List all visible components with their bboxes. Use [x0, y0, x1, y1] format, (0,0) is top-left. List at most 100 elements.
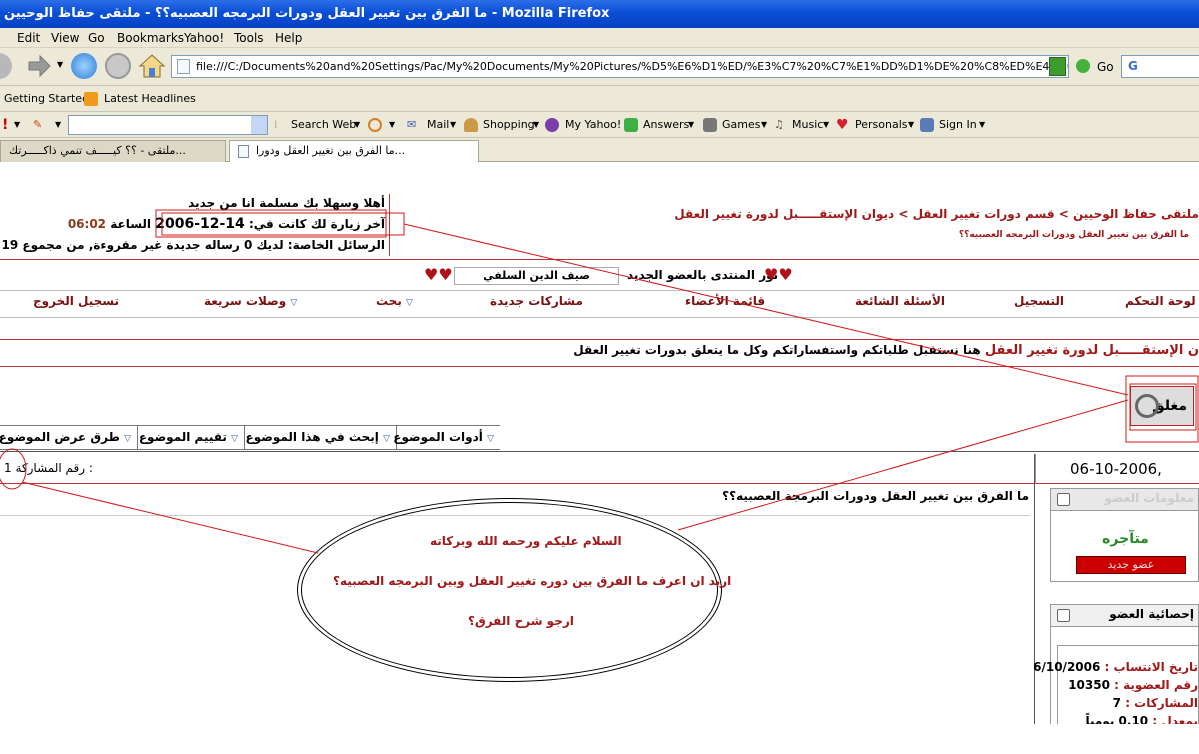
highlight-icon[interactable]: [368, 118, 382, 132]
music-icon: ♫: [774, 118, 784, 131]
go-arrow-icon[interactable]: [1076, 59, 1090, 73]
yahoo-mail[interactable]: Mail: [427, 112, 449, 138]
menu-bookmarks[interactable]: Bookmarks: [117, 28, 184, 48]
display-modes-menu[interactable]: ▽ طرق عرض الموضوع: [0, 426, 137, 449]
breadcrumb[interactable]: ملتقى حفاظ الوحيين > قسم دورات تغيير الع…: [674, 207, 1199, 221]
thread-toolbar: ▽ أدوات الموضوع ▽ إبحث في هذا الموضوع ▽ …: [0, 425, 500, 450]
stat-join-date: تاريخ الانتساب : 6/10/2006: [1033, 660, 1198, 674]
mail-icon: ✉: [407, 118, 417, 131]
tab-memory[interactable]: ملتقى - ؟؟ كيـــــف تنمي ذاكـــــرتك...: [0, 140, 226, 162]
menu-tools[interactable]: Tools: [234, 28, 264, 48]
stat-label: تاريخ الانتساب :: [1104, 660, 1198, 674]
nav-bottom-divider: [0, 317, 1199, 318]
navigation-toolbar: ▼ file:///C:/Documents%20and%20Settings/…: [0, 48, 1199, 86]
tab-label: ملتقى - ؟؟ كيـــــف تنمي ذاكـــــرتك...: [9, 144, 186, 157]
nav-members-list[interactable]: قائمة الأعضاء: [685, 294, 765, 308]
sign-in-dropdown-icon[interactable]: ▼: [979, 112, 985, 138]
new-member-name-box[interactable]: صيف الدين السلفي: [454, 267, 619, 285]
answers-dropdown-icon[interactable]: ▼: [688, 112, 694, 138]
rate-thread-menu[interactable]: ▽ تقييم الموضوع: [137, 426, 244, 449]
new-member-name: صيف الدين السلفي: [483, 269, 590, 282]
reload-icon[interactable]: [71, 53, 97, 79]
post-number-row: 1 رقم المشاركة :: [0, 454, 1035, 484]
tab-current[interactable]: ما الفرق بين تغيير العقل ودورا...: [229, 140, 479, 163]
yahoo-answers[interactable]: Answers: [643, 112, 689, 138]
games-dropdown-icon[interactable]: ▼: [761, 112, 767, 138]
thread-tools-menu[interactable]: ▽ أدوات الموضوع: [393, 426, 500, 449]
personals-dropdown-icon[interactable]: ▼: [908, 112, 914, 138]
nav-search[interactable]: ▽ بحث: [376, 294, 413, 308]
yahoo-shopping[interactable]: Shopping: [483, 112, 535, 138]
yahoo-my-yahoo[interactable]: My Yahoo!: [565, 112, 621, 138]
separator-icon: ⁞: [274, 118, 278, 131]
nav-faq[interactable]: الأسئلة الشائعة: [855, 294, 945, 308]
last-visit-time-label: الساعة: [110, 217, 152, 231]
go-button[interactable]: Go: [1097, 60, 1114, 74]
yahoo-music[interactable]: Music: [792, 112, 823, 138]
stat-value: 6/10/2006: [1033, 660, 1101, 674]
yahoo-personals[interactable]: Personals: [855, 112, 908, 138]
highlight-dropdown-icon[interactable]: ▼: [389, 112, 395, 138]
yahoo-logo-icon[interactable]: !: [2, 112, 8, 138]
personals-heart-icon: ♥: [836, 117, 849, 133]
closed-thread-button[interactable]: مغلق: [1130, 386, 1194, 426]
google-icon: G: [1128, 59, 1138, 73]
shopping-bag-icon: [464, 118, 478, 132]
collapse-icon[interactable]: [1057, 493, 1070, 506]
collapse-icon[interactable]: [1057, 609, 1070, 622]
back-icon[interactable]: [0, 53, 12, 79]
bookmark-getting-started[interactable]: Getting Started: [4, 86, 89, 112]
status-strip: [0, 724, 1199, 754]
stat-member-id: رقم العضوية : 10350: [1068, 678, 1198, 692]
yahoo-toolbar: ! ▼ ✎ ▼ ⁞ Search Web ▼ ▼ ✉ Mail ▼ Shoppi…: [0, 112, 1199, 138]
home-icon[interactable]: [139, 53, 165, 79]
music-dropdown-icon[interactable]: ▼: [823, 112, 829, 138]
stop-icon[interactable]: [105, 53, 131, 79]
yahoo-dropdown-icon[interactable]: ▼: [14, 112, 20, 138]
menu-yahoo[interactable]: Yahoo!: [184, 28, 224, 48]
dropdown-triangle-icon: ▽: [406, 298, 413, 308]
forward-icon[interactable]: [26, 53, 52, 79]
pencil-dropdown-icon[interactable]: ▼: [55, 112, 61, 138]
bookmark-latest-headlines[interactable]: Latest Headlines: [104, 86, 196, 112]
forum-banner: ن الإستقـــــبل لدورة تغيير العقل هنا نس…: [573, 343, 1199, 358]
page-icon: [177, 59, 190, 74]
yahoo-sign-in[interactable]: Sign In: [939, 112, 977, 138]
search-web-dropdown-icon[interactable]: ▼: [354, 112, 360, 138]
user-info-title: معلومات العضو: [1104, 491, 1194, 505]
nav-quick-links[interactable]: ▽ وصلات سريعة: [204, 294, 297, 308]
mail-dropdown-icon[interactable]: ▼: [450, 112, 456, 138]
stat-value: 7: [1112, 696, 1121, 710]
last-visit-date: 14-12-2006: [155, 216, 245, 232]
nav-logout[interactable]: تسجيل الخروج: [33, 294, 119, 308]
yahoo-games[interactable]: Games: [722, 112, 760, 138]
bookmarks-toolbar: Getting Started Latest Headlines: [0, 86, 1199, 112]
search-engine-box[interactable]: G: [1121, 55, 1199, 78]
search-thread-label: إبحث في هذا الموضوع: [245, 430, 379, 444]
url-dropdown-icon[interactable]: [1049, 57, 1066, 76]
forum-banner-title[interactable]: ن الإستقـــــبل لدورة تغيير العقل: [985, 343, 1199, 358]
banner-top-divider: [0, 339, 1199, 340]
menu-edit[interactable]: Edit: [17, 28, 40, 48]
window-titlebar: ما الفرق بين تغيير العقل ودورات البرمجه …: [0, 0, 1199, 28]
shopping-dropdown-icon[interactable]: ▼: [533, 112, 539, 138]
pencil-icon[interactable]: ✎: [33, 112, 42, 138]
address-bar[interactable]: file:///C:/Documents%20and%20Settings/Pa…: [171, 55, 1069, 78]
menu-view[interactable]: View: [51, 28, 79, 48]
yahoo-search-input[interactable]: [68, 115, 268, 135]
nav-new-posts[interactable]: مشاركات جديدة: [490, 294, 583, 308]
search-dropdown-icon[interactable]: [251, 116, 267, 134]
menu-go[interactable]: Go: [88, 28, 105, 48]
forward-dropdown-icon[interactable]: ▼: [57, 60, 63, 69]
private-messages[interactable]: الرسائل الخاصة: لديك 0 رساله جديدة غير م…: [0, 238, 385, 252]
lock-icon: [1135, 394, 1159, 418]
user-name[interactable]: متآجره: [1051, 531, 1199, 547]
nav-register[interactable]: التسجيل: [1014, 294, 1064, 308]
heart-icon: ♥♥: [424, 265, 453, 284]
search-thread-menu[interactable]: ▽ إبحث في هذا الموضوع: [244, 426, 396, 449]
menu-help[interactable]: Help: [275, 28, 302, 48]
post-number[interactable]: 1 رقم المشاركة :: [4, 461, 93, 475]
annotation-ellipse-inner: [301, 502, 718, 678]
nav-control-panel[interactable]: لوحة التحكم: [1125, 294, 1196, 308]
yahoo-search-web[interactable]: Search Web: [291, 112, 356, 138]
